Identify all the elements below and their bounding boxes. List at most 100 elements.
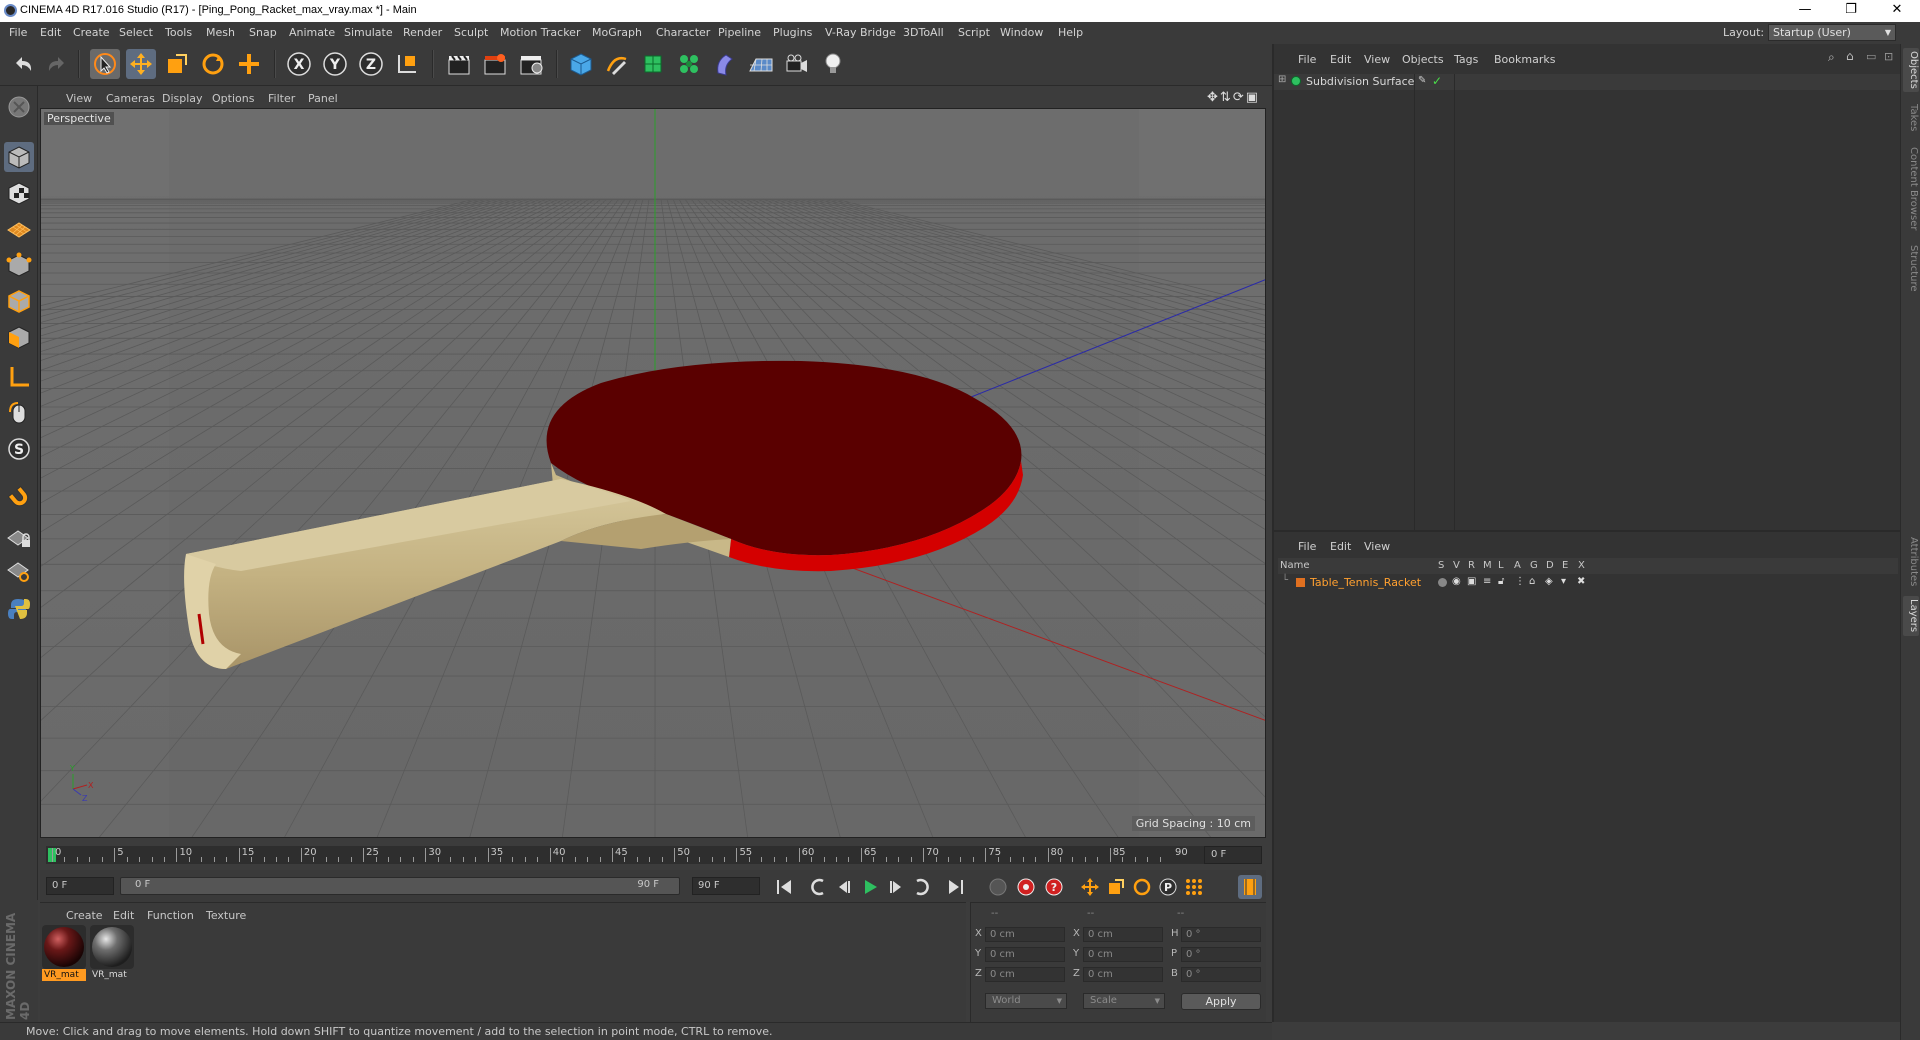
timeline-window-button[interactable] xyxy=(1238,875,1262,899)
panel-controls-icon[interactable]: ▭ xyxy=(1866,50,1876,63)
previous-keyframe-button[interactable] xyxy=(806,875,830,899)
rotation-h-field[interactable]: 0 ° xyxy=(1181,927,1261,942)
expand-icon[interactable]: ⊞ xyxy=(1278,74,1286,85)
list-item[interactable]: ⊞ Subdivision Surface ✎ ✓ xyxy=(1274,74,1902,90)
menu-pipeline[interactable]: Pipeline xyxy=(718,26,761,39)
tab-layers[interactable]: Layers xyxy=(1903,596,1919,636)
menu-plugins[interactable]: Plugins xyxy=(773,26,812,39)
rotation-b-field[interactable]: 0 ° xyxy=(1181,967,1261,982)
xref-icon[interactable]: ✖ xyxy=(1577,576,1585,587)
search-icon[interactable]: ⌕ xyxy=(1828,50,1835,65)
rotation-p-field[interactable]: 0 ° xyxy=(1181,947,1261,962)
animation-icon[interactable]: ⋮ xyxy=(1515,576,1525,587)
tab-structure[interactable]: Structure xyxy=(1903,240,1919,296)
rotate-tool-button[interactable] xyxy=(198,49,228,79)
mm-menu-create[interactable]: Create xyxy=(66,909,103,922)
planar-workplane-button[interactable] xyxy=(4,556,34,586)
vp-menu-view[interactable]: View xyxy=(66,92,92,105)
texture-mode-button[interactable] xyxy=(4,178,34,208)
key-scale-button[interactable] xyxy=(1104,875,1128,899)
redo-button[interactable] xyxy=(42,49,72,79)
recent-tool-button[interactable] xyxy=(234,49,264,79)
z-axis-button[interactable]: Z xyxy=(356,49,386,79)
add-spline-button[interactable] xyxy=(602,49,632,79)
menu-animate[interactable]: Animate xyxy=(289,26,335,39)
previous-frame-button[interactable] xyxy=(832,875,856,899)
position-y-field[interactable]: 0 cm xyxy=(985,947,1065,962)
undo-button[interactable] xyxy=(8,49,38,79)
tab-content-browser[interactable]: Content Browser xyxy=(1903,144,1919,234)
key-rotation-button[interactable] xyxy=(1130,875,1154,899)
col-visible[interactable]: V xyxy=(1453,560,1460,571)
play-button[interactable] xyxy=(858,875,882,899)
material-swatch[interactable]: VR_mat xyxy=(90,925,134,983)
col-animation[interactable]: A xyxy=(1514,560,1521,571)
autokey-button[interactable]: ? xyxy=(1042,875,1066,899)
polygons-mode-button[interactable] xyxy=(4,322,34,352)
menu-tools[interactable]: Tools xyxy=(165,26,192,39)
go-to-start-button[interactable] xyxy=(772,875,796,899)
lm-menu-edit[interactable]: Edit xyxy=(1330,540,1351,553)
add-environment-button[interactable] xyxy=(746,49,776,79)
solo-button[interactable]: S xyxy=(4,434,34,464)
list-item[interactable]: └ Table_Tennis_Racket ◉ ▣ ≡ 🔓︎ ⋮ ⌂ ◈ ▾ ✖ xyxy=(1278,575,1898,590)
add-cube-button[interactable] xyxy=(566,49,596,79)
menu-sculpt[interactable]: Sculpt xyxy=(454,26,488,39)
viewport-nav-icons[interactable]: ✥⇅⟳▣ xyxy=(1207,90,1260,105)
workplane-lock-button[interactable] xyxy=(4,522,34,552)
menu-mesh[interactable]: Mesh xyxy=(206,26,235,39)
render-settings-button[interactable] xyxy=(516,49,546,79)
layer-color-swatch[interactable] xyxy=(1296,578,1305,587)
x-axis-button[interactable]: X xyxy=(284,49,314,79)
manager-icon[interactable]: ≡ xyxy=(1483,576,1491,587)
col-deformers[interactable]: D xyxy=(1546,560,1554,571)
menu-3dtoall[interactable]: 3DToAll xyxy=(903,26,944,39)
render-view-button[interactable] xyxy=(444,49,474,79)
scale-tool-button[interactable] xyxy=(162,49,192,79)
lm-menu-view[interactable]: View xyxy=(1364,540,1390,553)
home-icon[interactable]: ⌂ xyxy=(1846,49,1854,63)
next-frame-button[interactable] xyxy=(884,875,908,899)
col-locked[interactable]: L xyxy=(1498,560,1504,571)
vp-menu-display[interactable]: Display xyxy=(162,92,203,105)
points-mode-button[interactable] xyxy=(4,250,34,280)
lm-menu-file[interactable]: File xyxy=(1298,540,1316,553)
key-pla-button[interactable] xyxy=(1182,875,1206,899)
solo-toggle-icon[interactable] xyxy=(1438,578,1447,587)
vp-menu-filter[interactable]: Filter xyxy=(268,92,295,105)
menu-script[interactable]: Script xyxy=(958,26,990,39)
size-mode-select[interactable]: Scale ▼ xyxy=(1083,993,1165,1009)
live-selection-button[interactable] xyxy=(90,49,120,79)
workplane-mode-button[interactable] xyxy=(4,212,34,242)
add-camera-button[interactable] xyxy=(782,49,812,79)
panel-menu-icon[interactable]: ⊡ xyxy=(1884,50,1893,63)
add-mograph-button[interactable] xyxy=(674,49,704,79)
menu-file[interactable]: File xyxy=(9,26,27,39)
col-generators[interactable]: G xyxy=(1530,560,1538,571)
expression-icon[interactable]: ▾ xyxy=(1561,576,1566,587)
om-menu-objects[interactable]: Objects xyxy=(1402,53,1444,66)
mm-menu-function[interactable]: Function xyxy=(147,909,194,922)
tab-attributes[interactable]: Attributes xyxy=(1903,534,1919,590)
add-light-button[interactable] xyxy=(818,49,848,79)
size-x-field[interactable]: 0 cm xyxy=(1083,927,1163,942)
go-to-end-button[interactable] xyxy=(944,875,968,899)
menu-character[interactable]: Character xyxy=(656,26,710,39)
menu-simulate[interactable]: Simulate xyxy=(344,26,393,39)
vp-menu-options[interactable]: Options xyxy=(212,92,254,105)
3d-viewport[interactable]: Y X Z Perspective Grid Spacing : 10 cm xyxy=(40,108,1266,838)
menu-vray-bridge[interactable]: V-Ray Bridge xyxy=(825,26,896,39)
model-mode-button[interactable] xyxy=(4,142,34,172)
menu-select[interactable]: Select xyxy=(119,26,153,39)
render-icon[interactable]: ▣ xyxy=(1467,576,1476,587)
material-swatch[interactable]: VR_mat xyxy=(42,925,86,983)
motion-record-button[interactable] xyxy=(986,875,1010,899)
menu-snap[interactable]: Snap xyxy=(249,26,277,39)
vp-menu-panel[interactable]: Panel xyxy=(308,92,338,105)
menu-render[interactable]: Render xyxy=(403,26,442,39)
om-menu-edit[interactable]: Edit xyxy=(1330,53,1351,66)
current-frame-field[interactable]: 0 F xyxy=(1204,846,1262,864)
tab-takes[interactable]: Takes xyxy=(1903,100,1919,136)
layout-select[interactable]: Startup (User) ▼ xyxy=(1768,24,1896,41)
col-xref[interactable]: X xyxy=(1578,560,1585,571)
